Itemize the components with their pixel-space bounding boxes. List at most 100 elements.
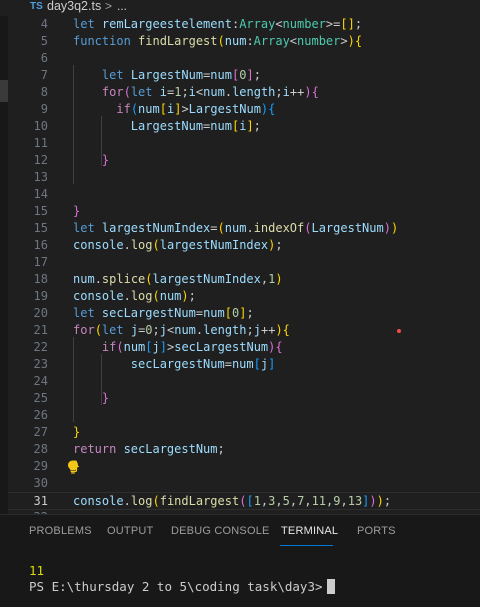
code-token: ( xyxy=(94,323,102,337)
line-number: 6 xyxy=(40,51,48,65)
code-line[interactable]: 4 let remLargeestelement:Array<number>=[]… xyxy=(8,16,480,33)
code-token: ( xyxy=(123,85,131,99)
code-token: num xyxy=(203,306,225,320)
code-token: log xyxy=(130,289,153,303)
code-token: ( xyxy=(152,289,160,303)
code-line[interactable]: 16 console.log(largestNumIndex); xyxy=(8,237,480,254)
tab-output[interactable]: OUTPUT xyxy=(107,525,153,537)
code-token: ) xyxy=(347,34,355,48)
code-line[interactable]: 26 xyxy=(8,407,480,424)
code-token: i xyxy=(282,85,290,99)
code-line[interactable]: 17 xyxy=(8,254,480,271)
code-text: let secLargestNum=num[0]; xyxy=(73,305,254,322)
code-token: ] xyxy=(159,340,167,354)
code-token: if xyxy=(116,102,131,116)
tab-terminal[interactable]: TERMINAL xyxy=(281,525,338,537)
code-token: num xyxy=(224,221,247,235)
code-token: let xyxy=(73,17,102,31)
code-token: . xyxy=(224,85,233,99)
breadcrumb-symbol[interactable]: ... xyxy=(117,0,127,13)
code-token: ; xyxy=(275,238,283,252)
code-token: ( xyxy=(145,272,153,286)
code-line[interactable]: 8 for(let i=1;i<num.length;i++){ xyxy=(8,84,480,101)
code-line[interactable]: 31 console.log(findLargest([1,3,5,7,11,9,… xyxy=(8,492,480,510)
code-token: ) xyxy=(304,85,312,99)
line-number: 31 xyxy=(33,494,48,508)
line-number: 21 xyxy=(33,323,48,337)
line-number: 18 xyxy=(33,272,48,286)
code-token: num xyxy=(224,34,247,48)
code-token: >= xyxy=(325,17,341,31)
code-token: . xyxy=(94,272,102,286)
code-token: largestNumIndex xyxy=(101,221,211,235)
code-line[interactable]: 6 xyxy=(8,50,480,67)
code-token: ; xyxy=(275,85,283,99)
code-line[interactable]: 22 if(num[j]>secLargestNum){ xyxy=(8,339,480,356)
code-line[interactable]: 9 if(num[i]>LargestNum){ xyxy=(8,101,480,118)
code-line[interactable]: 28 return secLargestNum; xyxy=(8,441,480,458)
code-line[interactable]: 24 xyxy=(8,373,480,390)
activity-strip xyxy=(0,16,8,514)
code-line[interactable]: 15 let largestNumIndex=(num.indexOf(Large… xyxy=(8,220,480,237)
code-token: length xyxy=(203,323,247,337)
code-token: ( xyxy=(130,102,139,116)
code-token: . xyxy=(123,289,131,303)
code-token: log xyxy=(130,238,153,252)
code-line[interactable]: 19 console.log(num); xyxy=(8,288,480,305)
terminal-prompt[interactable]: PS E:\thursday 2 to 5\coding task\day3> xyxy=(29,579,335,594)
code-token: . xyxy=(123,238,131,252)
code-line[interactable]: 23 secLargestNum=num[j] xyxy=(8,356,480,373)
code-token: ] xyxy=(268,357,276,371)
line-number: 12 xyxy=(33,153,48,167)
line-number: 22 xyxy=(33,340,48,354)
code-line[interactable]: 10 LargestNum=num[i]; xyxy=(8,118,480,135)
code-line[interactable]: 21 for(let j=0;j<num.length;j++){ xyxy=(8,322,480,339)
code-token: num xyxy=(210,68,232,82)
code-line[interactable]: 18 num.splice(largestNumIndex,1) xyxy=(8,271,480,288)
code-token: = xyxy=(224,357,232,371)
code-token: let xyxy=(130,85,160,99)
code-token: } xyxy=(101,391,110,405)
code-line[interactable]: 11 xyxy=(8,135,480,152)
code-line[interactable]: 14 xyxy=(8,186,480,203)
breadcrumb-file[interactable]: day3q2.ts xyxy=(47,0,101,13)
code-token: secLargestNum xyxy=(174,340,269,354)
tab-ports[interactable]: PORTS xyxy=(357,525,396,537)
code-line[interactable]: 20 let secLargestNum=num[0]; xyxy=(8,305,480,322)
code-text: num.splice(largestNumIndex,1) xyxy=(73,271,283,288)
code-line[interactable]: 7 let LargestNum=num[0]; xyxy=(8,67,480,84)
code-token: 1 xyxy=(253,494,261,508)
code-token: let xyxy=(73,306,102,320)
panel-tabs: PROBLEMS OUTPUT DEBUG CONSOLE TERMINAL P… xyxy=(0,515,480,549)
code-token: 5 xyxy=(282,494,290,508)
code-line[interactable]: 27} xyxy=(8,424,480,441)
lightbulb-icon[interactable] xyxy=(67,460,79,474)
code-token: largestNumIndex xyxy=(159,238,269,252)
code-token: length xyxy=(232,85,276,99)
code-line[interactable]: 13 xyxy=(8,169,480,186)
code-token: > xyxy=(181,102,189,116)
tab-problems[interactable]: PROBLEMS xyxy=(29,525,92,537)
code-token: < xyxy=(275,17,283,31)
code-token: splice xyxy=(101,272,146,286)
code-line[interactable]: 25 } xyxy=(8,390,480,407)
chevron-right-icon: > xyxy=(105,0,113,13)
code-token: , xyxy=(304,494,312,508)
code-token: ; xyxy=(188,289,196,303)
code-token: ; xyxy=(253,68,261,82)
code-token: 11 xyxy=(311,494,327,508)
code-token: i xyxy=(159,85,167,99)
code-line[interactable]: 30 xyxy=(8,475,480,492)
code-text: let remLargeestelement:Array<number>=[]; xyxy=(73,16,362,33)
code-line[interactable]: 12 } xyxy=(8,152,480,169)
code-line[interactable]: 15} xyxy=(8,203,480,220)
tab-debug-console[interactable]: DEBUG CONSOLE xyxy=(171,525,270,537)
code-token: Array xyxy=(239,17,276,31)
code-token: console xyxy=(73,494,124,508)
code-token: for xyxy=(73,323,95,337)
code-line[interactable]: 5 function findLargest(num:Array<number>)… xyxy=(8,33,480,50)
code-token: [ xyxy=(224,306,232,320)
code-editor[interactable]: 4 let remLargeestelement:Array<number>=[]… xyxy=(8,16,480,524)
code-token: j xyxy=(130,323,139,337)
